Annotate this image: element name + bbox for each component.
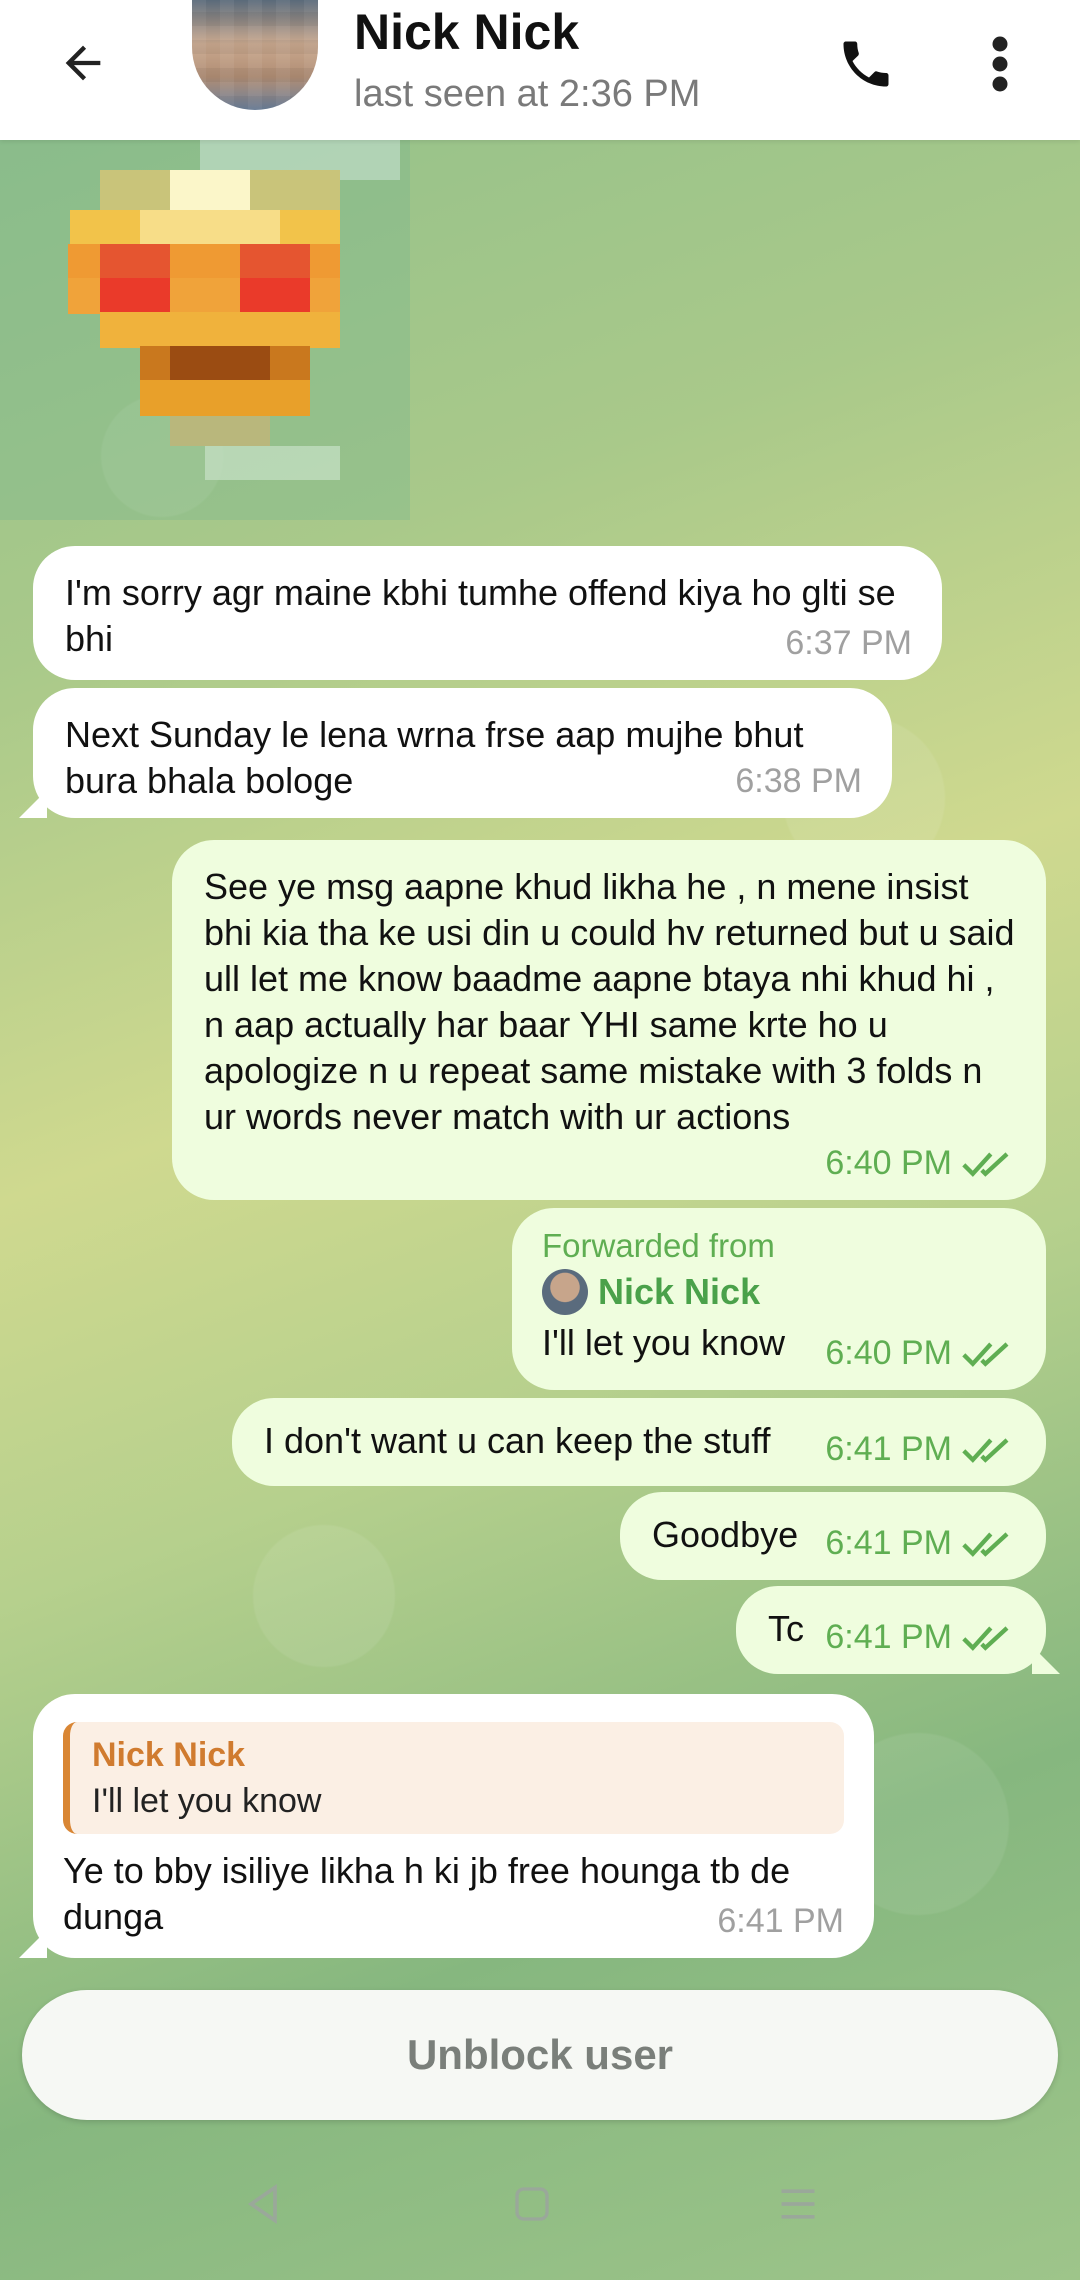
time-label: 6:38 PM	[735, 762, 862, 800]
forward-avatar	[542, 1269, 588, 1315]
message-bubble-outgoing[interactable]: See ye msg aapne khud likha he , n mene …	[172, 840, 1046, 1200]
last-seen-status: last seen at 2:36 PM	[354, 73, 701, 115]
message-meta: 6:41 PM	[825, 1520, 1016, 1566]
double-check-icon	[962, 1532, 1009, 1557]
time-label: 6:40 PM	[825, 1144, 952, 1182]
time-label: 6:41 PM	[825, 1618, 952, 1656]
bubble-tail	[19, 790, 47, 818]
message-text: See ye msg aapne khud likha he , n mene …	[204, 866, 1015, 1137]
pixelated-sticker[interactable]	[0, 140, 410, 520]
reply-quote[interactable]: Nick Nick I'll let you know	[63, 1722, 844, 1834]
time-label: 6:41 PM	[825, 1524, 952, 1562]
reply-quoted-text: I'll let you know	[92, 1782, 322, 1820]
forwarded-from[interactable]: Nick Nick	[542, 1268, 1016, 1316]
bubble-tail	[1032, 1646, 1060, 1674]
nav-home-icon	[515, 2187, 549, 2221]
more-options-button[interactable]	[970, 24, 1030, 104]
nav-back-button[interactable]	[234, 2174, 294, 2234]
message-bubble-outgoing[interactable]: I don't want u can keep the stuff 6:41 P…	[232, 1398, 1046, 1486]
message-meta: 6:41 PM	[825, 1426, 1016, 1472]
contact-avatar[interactable]	[192, 0, 318, 110]
message-time: 6:41 PM	[717, 1898, 844, 1944]
time-label: 6:40 PM	[825, 1334, 952, 1372]
back-arrow-icon	[65, 45, 101, 81]
nav-back-icon	[247, 2184, 277, 2224]
message-bubble-incoming[interactable]: Next Sunday le lena wrna frse aap mujhe …	[19, 688, 892, 818]
forwarded-label: Forwarded from	[542, 1227, 775, 1264]
double-check-icon	[962, 1626, 1009, 1651]
message-time: 6:37 PM	[785, 620, 912, 666]
message-meta: 6:40 PM	[825, 1140, 1016, 1186]
forwarded-from-name: Nick Nick	[598, 1271, 761, 1312]
message-bubble-reply[interactable]: Nick Nick I'll let you know Ye to bby is…	[19, 1694, 874, 1958]
double-check-icon	[962, 1438, 1009, 1463]
contact-info[interactable]: Nick Nick last seen at 2:36 PM	[354, 0, 700, 124]
unblock-user-button[interactable]: Unblock user	[22, 1990, 1058, 2120]
message-time: 6:38 PM	[735, 758, 862, 804]
nav-recents-button[interactable]	[768, 2174, 828, 2234]
back-button[interactable]	[48, 28, 118, 98]
avatar-blur-overlay	[192, 0, 318, 110]
nav-menu-icon	[781, 2189, 815, 2219]
system-nav-bar	[0, 2130, 1080, 2280]
time-label: 6:41 PM	[825, 1430, 952, 1468]
nav-home-button[interactable]	[502, 2174, 562, 2234]
reply-sender-name: Nick Nick	[92, 1736, 246, 1774]
message-bubble-forwarded[interactable]: Forwarded from Nick Nick I'll let you kn…	[512, 1208, 1046, 1390]
message-bubble-incoming[interactable]: I'm sorry agr maine kbhi tumhe offend ki…	[33, 546, 942, 680]
double-check-icon	[962, 1152, 1009, 1177]
time-label: 6:41 PM	[717, 1902, 844, 1940]
bubble-tail	[19, 1930, 47, 1958]
phone-icon	[843, 41, 889, 87]
message-bubble-outgoing[interactable]: Goodbye 6:41 PM	[620, 1492, 1046, 1580]
more-vert-icon	[992, 36, 1008, 92]
message-meta: 6:41 PM	[825, 1614, 1016, 1660]
chat-header: Nick Nick last seen at 2:36 PM	[0, 0, 1080, 140]
call-button[interactable]	[826, 24, 906, 104]
double-check-icon	[962, 1342, 1009, 1367]
contact-name: Nick Nick	[354, 4, 580, 60]
time-label: 6:37 PM	[785, 624, 912, 662]
message-meta: 6:40 PM	[825, 1330, 1016, 1376]
message-bubble-outgoing[interactable]: Tc 6:41 PM	[736, 1586, 1060, 1674]
